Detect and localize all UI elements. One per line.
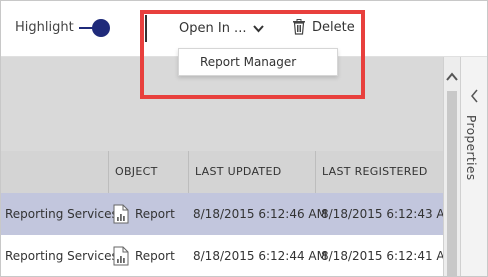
open-in-label: Open In ... bbox=[179, 21, 247, 36]
row-updated: 8/18/2015 6:12:46 AM bbox=[193, 207, 327, 221]
trash-icon bbox=[293, 19, 305, 35]
open-in-dropdown: Report Manager bbox=[178, 48, 338, 76]
highlight-toggle[interactable] bbox=[79, 18, 111, 38]
toggle-knob bbox=[92, 19, 110, 37]
header-last-registered[interactable]: LAST REGISTERED bbox=[315, 151, 443, 193]
table-row[interactable]: Reporting Services Report 8/18/2015 6:12… bbox=[1, 235, 455, 276]
focus-caret bbox=[145, 15, 147, 42]
chevron-up-icon[interactable] bbox=[444, 70, 460, 84]
highlight-label: Highlight bbox=[15, 20, 74, 35]
app-window: Highlight Open In ... Delete OBJECT LAST… bbox=[0, 0, 488, 277]
open-in-button[interactable]: Open In ... bbox=[179, 21, 265, 36]
table-row[interactable]: Reporting Services Report 8/18/2015 6:12… bbox=[1, 193, 455, 235]
row-type-label: Report bbox=[135, 249, 175, 263]
row-name: Reporting Services bbox=[5, 207, 118, 221]
report-icon bbox=[113, 246, 129, 266]
chevron-down-icon bbox=[253, 24, 265, 32]
row-type: Report bbox=[113, 193, 175, 235]
delete-label: Delete bbox=[312, 19, 355, 35]
table-header: OBJECT TYPE LAST UPDATED LAST REGISTERED bbox=[1, 151, 443, 220]
row-registered: 8/18/2015 6:12:43 AM bbox=[321, 207, 455, 221]
vertical-scrollbar[interactable] bbox=[443, 57, 460, 276]
delete-button[interactable]: Delete bbox=[292, 19, 355, 35]
report-icon bbox=[113, 204, 129, 224]
row-registered: 8/18/2015 6:12:41 AM bbox=[321, 249, 455, 263]
header-last-updated[interactable]: LAST UPDATED bbox=[188, 151, 315, 193]
menu-item-report-manager[interactable]: Report Manager bbox=[200, 55, 296, 69]
row-type: Report bbox=[113, 235, 175, 276]
row-type-label: Report bbox=[135, 207, 175, 221]
scrollbar-thumb[interactable] bbox=[447, 91, 457, 276]
properties-label: Properties bbox=[464, 115, 478, 181]
chevron-left-icon bbox=[471, 89, 478, 103]
row-name: Reporting Services bbox=[5, 249, 118, 263]
row-updated: 8/18/2015 6:12:44 AM bbox=[193, 249, 327, 263]
properties-panel-toggle[interactable]: Properties bbox=[460, 57, 487, 276]
header-object-type[interactable]: OBJECT TYPE bbox=[108, 151, 188, 220]
